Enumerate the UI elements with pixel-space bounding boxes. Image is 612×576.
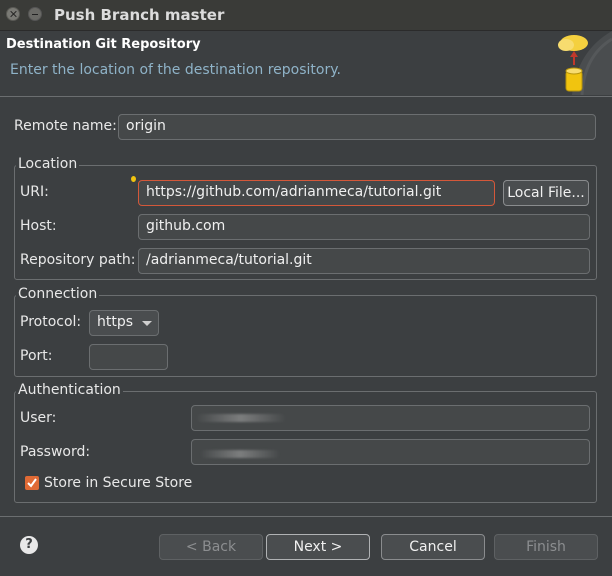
uri-input[interactable]: https://github.com/adrianmeca/tutorial.g… xyxy=(138,180,495,206)
user-input[interactable] xyxy=(191,405,590,431)
protocol-select[interactable]: https xyxy=(89,310,159,336)
redacted-user-value xyxy=(196,414,286,422)
redacted-password-value xyxy=(200,450,280,458)
protocol-value: https xyxy=(97,314,134,330)
window-title: Push Branch master xyxy=(54,6,225,24)
secure-store-label: Store in Secure Store xyxy=(44,475,193,491)
git-push-banner-icon xyxy=(558,31,612,95)
user-label: User: xyxy=(20,410,57,426)
repository-path-input[interactable]: /adrianmeca/tutorial.git xyxy=(138,248,590,274)
password-input[interactable] xyxy=(191,439,590,465)
checkmark-icon xyxy=(27,478,37,488)
connection-legend: Connection xyxy=(16,286,100,302)
chevron-down-icon xyxy=(142,321,152,326)
cancel-button[interactable]: Cancel xyxy=(381,534,485,560)
host-label: Host: xyxy=(20,218,57,234)
header-separator xyxy=(0,96,612,97)
close-window-icon[interactable] xyxy=(6,7,20,21)
secure-store-checkbox[interactable] xyxy=(25,476,39,490)
password-label: Password: xyxy=(20,444,91,460)
back-button[interactable]: < Back xyxy=(159,534,263,560)
port-label: Port: xyxy=(20,348,53,364)
page-subtitle: Enter the location of the destination re… xyxy=(10,62,341,78)
local-file-button[interactable]: Local File... xyxy=(503,180,589,206)
repository-path-label: Repository path: xyxy=(20,252,136,268)
host-input[interactable]: github.com xyxy=(138,214,590,240)
remote-name-label: Remote name: xyxy=(14,118,117,134)
port-input[interactable] xyxy=(89,344,168,370)
minimize-window-icon[interactable] xyxy=(28,7,42,21)
finish-button[interactable]: Finish xyxy=(494,534,598,560)
help-icon[interactable]: ? xyxy=(20,536,38,554)
next-button[interactable]: Next > xyxy=(266,534,370,560)
remote-name-input[interactable]: origin xyxy=(118,114,596,140)
location-legend: Location xyxy=(16,156,80,172)
content-assist-icon xyxy=(131,176,136,182)
footer-separator xyxy=(0,516,612,517)
page-title: Destination Git Repository xyxy=(6,37,201,52)
authentication-legend: Authentication xyxy=(16,382,123,398)
uri-label: URI: xyxy=(20,184,49,200)
protocol-label: Protocol: xyxy=(20,314,82,330)
